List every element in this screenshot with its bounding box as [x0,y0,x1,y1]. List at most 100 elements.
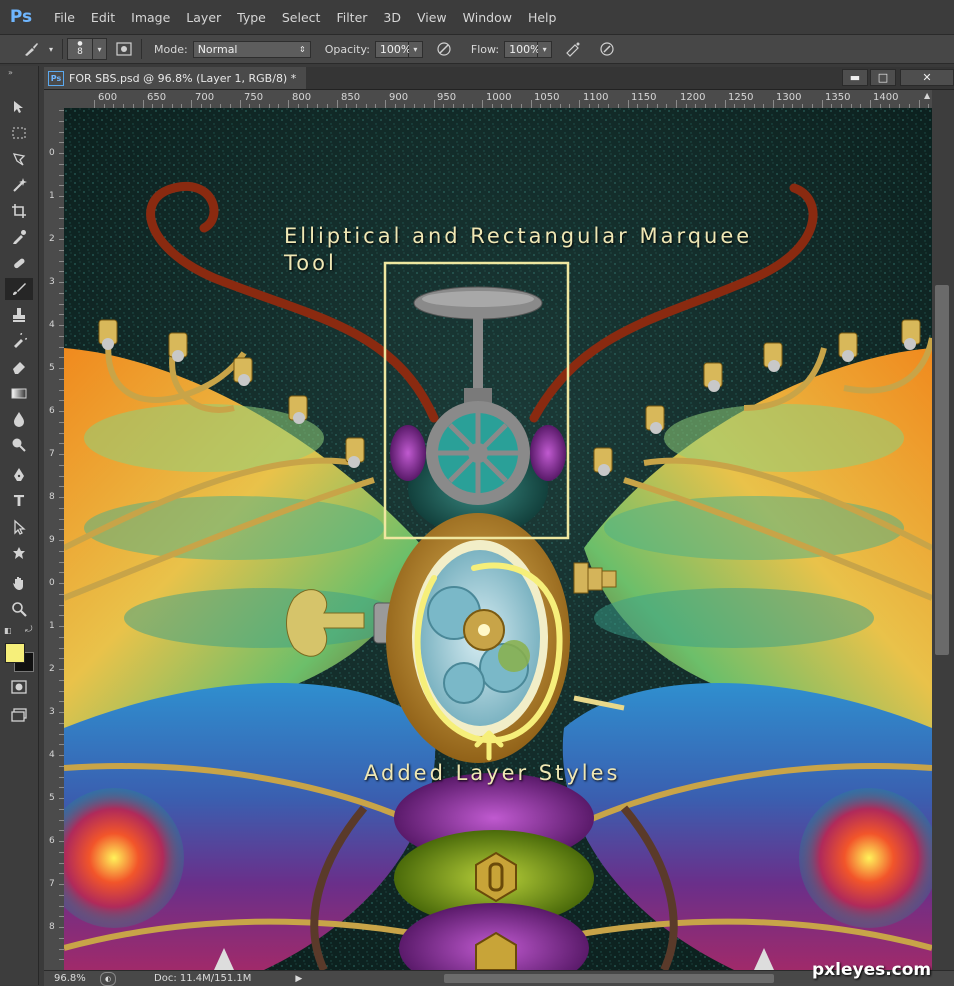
status-menu-arrow-icon[interactable]: ▶ [295,974,302,984]
status-info-icon[interactable]: ◐ [100,971,116,986]
flow-value: 100% [509,42,541,56]
minimize-button[interactable]: ▬ [842,69,868,86]
ruler-scroll-up-icon[interactable]: ▲ [924,91,930,100]
pen-tool-icon[interactable] [5,464,33,486]
horizontal-scroll-thumb[interactable] [444,974,774,983]
brush-size-dropdown-icon[interactable]: ▾ [93,38,107,60]
brush-preset-icon[interactable] [22,40,40,58]
eraser-tool-icon[interactable] [5,356,33,378]
document-canvas[interactable]: Elliptical and Rectangular Marquee Tool … [64,108,932,970]
close-button[interactable]: ✕ [900,69,954,86]
ruler-tick [773,100,774,108]
mode-label: Mode: [154,42,188,56]
ruler-label: 6 [49,836,55,846]
menu-window[interactable]: Window [455,10,520,25]
maximize-button[interactable]: □ [870,69,896,86]
vertical-ruler[interactable]: 0 1 2 3 4 5 6 7 8 9 0 1 2 3 4 5 6 7 8 [44,108,65,970]
document-tab[interactable]: Ps FOR SBS.psd @ 96.8% (Layer 1, RGB/8) … [44,67,307,89]
menu-help[interactable]: Help [520,10,565,25]
ruler-tick [627,100,629,108]
horizontal-ruler[interactable]: 600 650 700 750 800 850 900 950 1000 105… [64,90,940,109]
mode-select[interactable]: Normal ⇕ [192,40,311,58]
ruler-label: 650 [147,92,167,103]
marquee-tool-icon[interactable] [5,122,33,144]
menu-image[interactable]: Image [123,10,178,25]
opacity-label: Opacity: [324,42,370,56]
magic-wand-tool-icon[interactable] [5,174,33,196]
mode-value: Normal [197,42,238,56]
swap-colors-icon[interactable]: ⤾ [25,625,33,635]
ruler-tick [336,100,338,108]
opacity-dropdown-icon[interactable]: ▾ [408,40,423,58]
ruler-label: 3 [49,707,55,717]
gradient-tool-icon[interactable] [5,382,33,404]
ruler-label: 8 [49,922,55,932]
ruler-label: 1350 [825,92,851,103]
crop-tool-icon[interactable] [5,200,33,222]
layer-styles-annotation: Added Layer Styles [364,761,621,785]
ps-file-badge: Ps [48,70,64,86]
ruler-tick [821,100,823,108]
menu-view[interactable]: View [409,10,455,25]
document-title: FOR SBS.psd @ 96.8% (Layer 1, RGB/8) * [69,71,297,85]
pressure-size-icon[interactable] [598,40,616,58]
zoom-tool-icon[interactable] [5,598,33,620]
ruler-label: 3 [49,277,55,287]
flow-input[interactable]: 100% [504,40,541,58]
ruler-tick [385,100,386,108]
ruler-tick [579,100,580,108]
panel-collapse-icon[interactable]: » [8,68,13,77]
menu-file[interactable]: File [46,10,83,25]
ruler-label: 1100 [583,92,609,103]
ruler-label: 1300 [776,92,802,103]
ruler-label: 4 [49,320,55,330]
zoom-level[interactable]: 96.8% [54,973,94,984]
path-selection-tool-icon[interactable] [5,516,33,538]
menu-3d[interactable]: 3D [375,10,409,25]
ruler-origin[interactable] [44,90,65,109]
eyedropper-tool-icon[interactable] [5,226,33,248]
opacity-input[interactable]: 100% [374,40,412,58]
ruler-tick [191,100,192,108]
hand-tool-icon[interactable] [5,572,33,594]
ruler-label: 1400 [873,92,899,103]
screen-mode-icon[interactable] [5,704,33,726]
ruler-tick [239,100,241,108]
document-tab-bar: Ps FOR SBS.psd @ 96.8% (Layer 1, RGB/8) … [44,67,954,90]
move-tool-icon[interactable] [5,96,33,118]
ruler-label: 4 [49,750,55,760]
default-colors-icon[interactable]: ◧ [4,626,12,635]
flow-dropdown-icon[interactable]: ▾ [538,40,553,58]
watermark: pxleyes.com [812,960,932,980]
ruler-tick [918,100,920,108]
clone-stamp-tool-icon[interactable] [5,304,33,326]
brush-size-field[interactable]: ● 8 [67,38,93,60]
ruler-tick [482,100,483,108]
vertical-scroll-thumb[interactable] [935,285,949,655]
ruler-tick [724,100,726,108]
menu-select[interactable]: Select [274,10,329,25]
ruler-label: 800 [292,92,312,103]
ruler-tick [433,100,435,108]
history-brush-tool-icon[interactable] [5,330,33,352]
blur-tool-icon[interactable] [5,408,33,430]
brush-tool-icon[interactable] [5,278,33,300]
menu-type[interactable]: Type [229,10,274,25]
lasso-tool-icon[interactable] [5,148,33,170]
pressure-opacity-icon[interactable] [435,40,453,58]
healing-brush-tool-icon[interactable] [5,252,33,274]
type-tool-icon[interactable]: T [5,490,33,512]
brush-preset-dropdown-icon[interactable]: ▾ [44,41,58,58]
opacity-value: 100% [379,42,412,56]
custom-shape-tool-icon[interactable] [5,542,33,564]
menu-filter[interactable]: Filter [328,10,375,25]
airbrush-icon[interactable] [564,40,582,58]
menu-layer[interactable]: Layer [178,10,229,25]
brush-panel-toggle-icon[interactable] [115,40,133,58]
vertical-scrollbar[interactable] [932,90,954,970]
dodge-tool-icon[interactable] [5,434,33,456]
ruler-tick [94,100,95,108]
menu-edit[interactable]: Edit [83,10,123,25]
foreground-color-swatch[interactable] [5,643,25,663]
quick-mask-icon[interactable] [5,676,33,698]
